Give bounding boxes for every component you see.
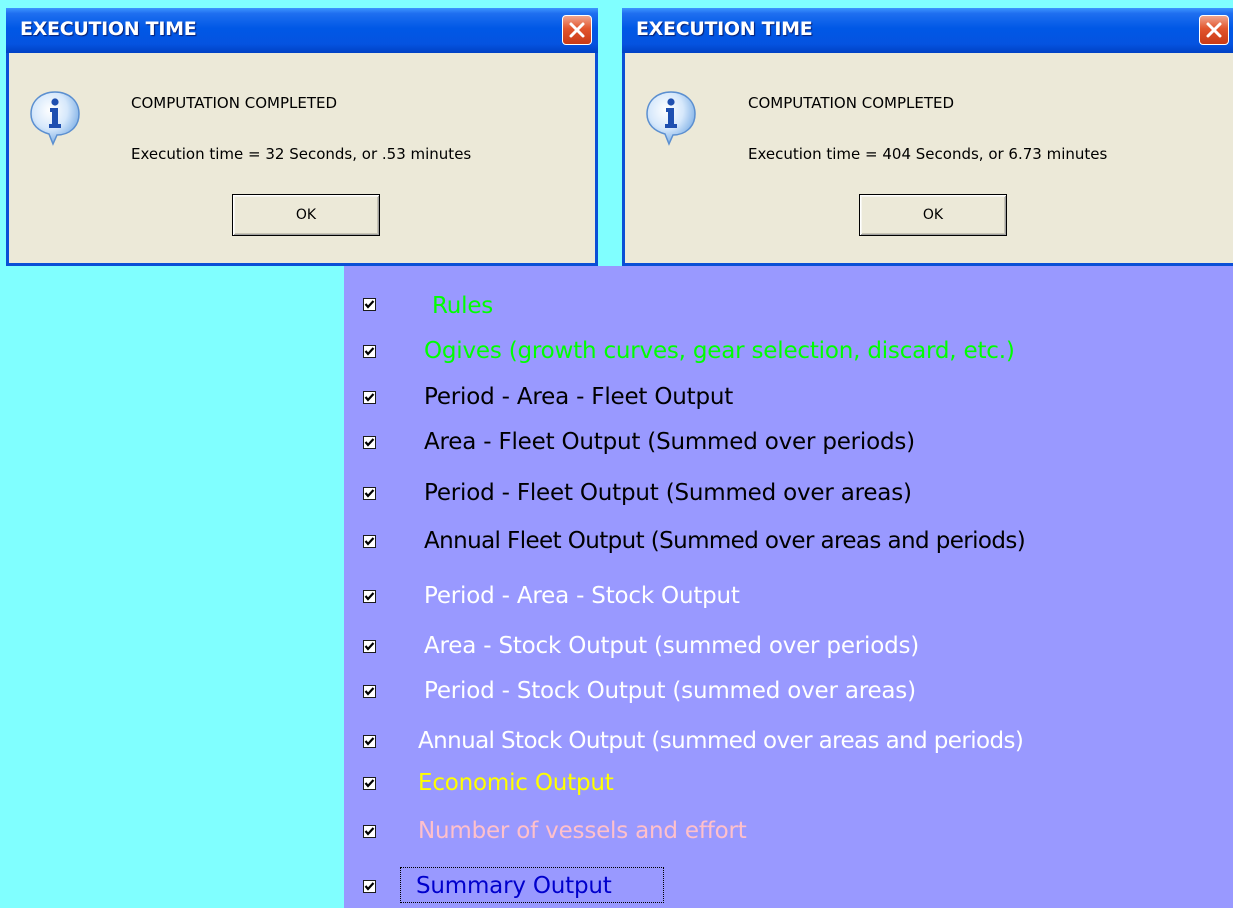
dialog-detail: Execution time = 404 Seconds, or 6.73 mi… xyxy=(748,145,1108,163)
checkbox[interactable] xyxy=(363,825,376,838)
checkbox[interactable] xyxy=(363,640,376,653)
checkbox[interactable] xyxy=(363,590,376,603)
checkmark-icon xyxy=(364,438,375,447)
dialog-title: EXECUTION TIME xyxy=(636,18,813,40)
option-label: Annual Fleet Output (Summed over areas a… xyxy=(424,528,1026,554)
checkmark-icon xyxy=(364,642,375,651)
option-label: Annual Stock Output (summed over areas a… xyxy=(418,728,1024,754)
checkmark-icon xyxy=(364,882,375,891)
dialog-titlebar[interactable]: EXECUTION TIME xyxy=(622,8,1233,53)
dialog-title: EXECUTION TIME xyxy=(20,18,197,40)
checkmark-icon xyxy=(364,300,375,309)
checkbox[interactable] xyxy=(363,436,376,449)
execution-time-dialog-1: EXECUTION TIME COMPUTATION COMPLETED Exe… xyxy=(6,8,598,266)
option-label: Period - Area - Stock Output xyxy=(424,583,740,609)
execution-time-dialog-2: EXECUTION TIME COMPUTATION COMPLETED Exe… xyxy=(622,8,1233,266)
checkmark-icon xyxy=(364,489,375,498)
option-label: Rules xyxy=(432,293,494,319)
checkbox[interactable] xyxy=(363,777,376,790)
info-icon xyxy=(646,91,696,146)
dialog-detail: Execution time = 32 Seconds, or .53 minu… xyxy=(131,145,472,163)
dialog-message: COMPUTATION COMPLETED xyxy=(131,94,338,112)
dialog-titlebar[interactable]: EXECUTION TIME xyxy=(6,8,598,53)
option-label: Area - Stock Output (summed over periods… xyxy=(424,633,920,659)
checkbox[interactable] xyxy=(363,345,376,358)
checkbox[interactable] xyxy=(363,735,376,748)
checkbox[interactable] xyxy=(363,487,376,500)
checkbox[interactable] xyxy=(363,685,376,698)
option-label: Period - Fleet Output (Summed over areas… xyxy=(424,480,912,506)
checkbox[interactable] xyxy=(363,880,376,893)
checkbox[interactable] xyxy=(363,298,376,311)
checkmark-icon xyxy=(364,592,375,601)
close-button[interactable] xyxy=(562,15,592,45)
close-button[interactable] xyxy=(1199,15,1229,45)
checkmark-icon xyxy=(364,537,375,546)
checkbox[interactable] xyxy=(363,391,376,404)
close-icon xyxy=(1206,22,1222,38)
output-options-panel: Rules Ogives (growth curves, gear select… xyxy=(344,266,1233,908)
checkbox[interactable] xyxy=(363,535,376,548)
checkmark-icon xyxy=(364,347,375,356)
dialog-message: COMPUTATION COMPLETED xyxy=(748,94,955,112)
checkmark-icon xyxy=(364,737,375,746)
option-label: Summary Output xyxy=(416,873,612,899)
option-label: Area - Fleet Output (Summed over periods… xyxy=(424,429,915,455)
info-icon xyxy=(30,91,80,146)
ok-button[interactable]: OK xyxy=(859,194,1007,236)
option-label: Ogives (growth curves, gear selection, d… xyxy=(424,338,1015,364)
checkmark-icon xyxy=(364,779,375,788)
checkmark-icon xyxy=(364,827,375,836)
option-label: Economic Output xyxy=(418,770,614,796)
option-label: Number of vessels and effort xyxy=(418,818,747,844)
option-label: Period - Area - Fleet Output xyxy=(424,384,734,410)
close-icon xyxy=(569,22,585,38)
checkmark-icon xyxy=(364,393,375,402)
checkmark-icon xyxy=(364,687,375,696)
ok-button[interactable]: OK xyxy=(232,194,380,236)
option-label: Period - Stock Output (summed over areas… xyxy=(424,678,916,704)
